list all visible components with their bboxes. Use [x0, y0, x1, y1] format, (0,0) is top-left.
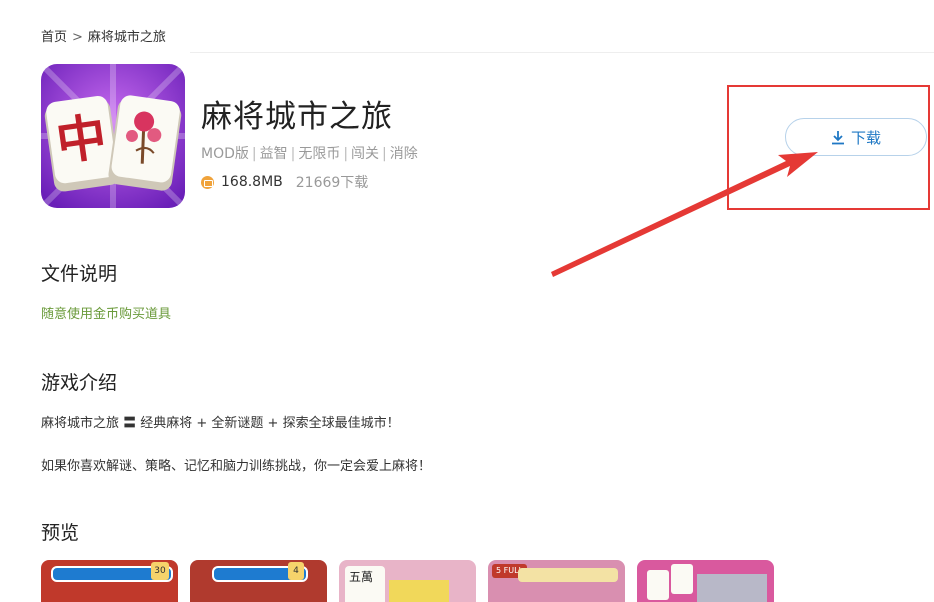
download-button[interactable]: 下载: [785, 118, 927, 156]
file-desc-title: 文件说明: [41, 263, 118, 285]
preview-title: 预览: [41, 522, 80, 544]
breadcrumb-home-link[interactable]: 首页: [41, 30, 67, 45]
preview-thumbnail[interactable]: 5 FULL: [488, 560, 625, 602]
preview-thumbnail[interactable]: [637, 560, 774, 602]
tag[interactable]: MOD版: [201, 146, 249, 162]
preview-thumbnail[interactable]: 30: [41, 560, 178, 602]
preview-thumbnails: 30 4 五萬 5 FULL: [41, 560, 774, 602]
intro-title: 游戏介绍: [41, 372, 118, 394]
intro-line: 如果你喜欢解谜、策略、记忆和脑力训练挑战，你一定会爱上麻将！: [41, 459, 432, 474]
preview-thumbnail[interactable]: 五萬: [339, 560, 476, 602]
breadcrumb-separator: >: [72, 30, 83, 45]
tag[interactable]: 益智: [260, 146, 288, 162]
tag[interactable]: 无限币: [298, 146, 340, 162]
breadcrumb: 首页 > 麻将城市之旅: [41, 26, 166, 45]
download-count: 21669下载: [295, 175, 369, 191]
download-button-label: 下载: [850, 128, 881, 147]
intro-line: 麻将城市之旅 〓 经典麻将 + 全新谜题 + 探索全球最佳城市！: [41, 416, 400, 431]
preview-thumbnail[interactable]: 4: [190, 560, 327, 602]
download-icon: [831, 130, 844, 144]
tag[interactable]: 消除: [390, 146, 418, 162]
tag[interactable]: 闯关: [351, 146, 379, 162]
divider: [190, 52, 934, 53]
breadcrumb-current: 麻将城市之旅: [87, 30, 166, 45]
mahjong-tiles-icon: 中: [41, 64, 185, 208]
app-meta: 168.8MB 21669下载: [201, 172, 368, 192]
file-size: 168.8MB: [221, 174, 283, 190]
file-desc-text: 随意使用金币购买道具: [41, 307, 172, 322]
file-size-icon: [201, 175, 214, 189]
app-tags: MOD版 | 益智 | 无限币 | 闯关 | 消除: [201, 146, 418, 162]
tile-char: 中: [53, 107, 111, 171]
app-title: 麻将城市之旅: [201, 99, 393, 135]
